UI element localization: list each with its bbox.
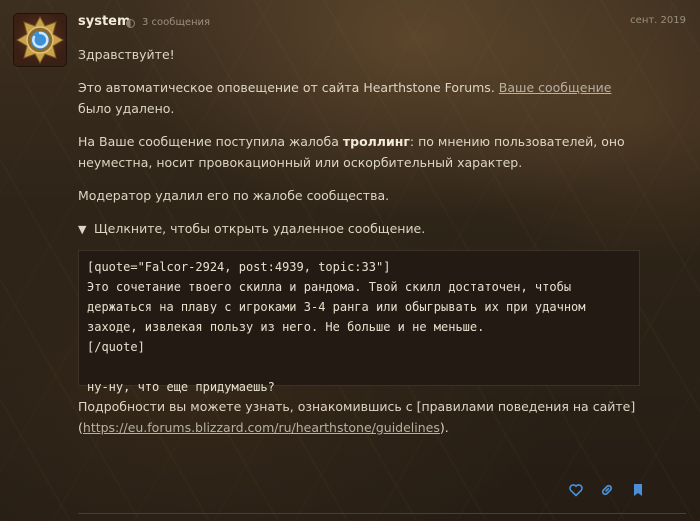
username[interactable]: system [78, 14, 131, 29]
complaint-text-start: На Ваше сообщение поступила жалоба [78, 134, 343, 149]
hearthstone-logo-icon [16, 15, 64, 65]
notice-text-end: было удалено. [78, 101, 175, 116]
post-date[interactable]: сент. 2019 [630, 15, 686, 26]
post-body: Здравствуйте! Это автоматическое оповеще… [78, 44, 640, 450]
trust-level-icon [126, 19, 135, 28]
heart-icon[interactable] [568, 482, 584, 498]
footer-text-end: ). [439, 420, 449, 435]
greeting: Здравствуйте! [78, 47, 175, 62]
avatar[interactable] [14, 14, 66, 66]
deleted-post-code: [quote="Falcor-2924, post:4939, topic:33… [78, 250, 640, 394]
bookmark-icon[interactable] [630, 482, 646, 498]
complaint-reason: троллинг [342, 134, 410, 149]
notice-paragraph: Это автоматическое оповещение от сайта H… [78, 77, 640, 119]
complaint-paragraph: На Ваше сообщение поступила жалоба тролл… [78, 131, 640, 173]
post-count[interactable]: 3 сообщения [142, 17, 210, 28]
footer-paragraph: Подробности вы можете узнать, ознакомивш… [78, 396, 640, 438]
post-header: system 3 сообщения сент. 2019 [78, 14, 686, 34]
your-post-link[interactable]: Ваше сообщение [499, 80, 612, 95]
post-actions [568, 482, 648, 498]
deleted-post-details[interactable]: ▼ Щелкните, чтобы открыть удаленное сообщ… [78, 218, 640, 240]
moderator-paragraph: Модератор удалил его по жалобе сообществ… [78, 188, 390, 203]
post-divider [78, 513, 686, 514]
link-icon[interactable] [599, 482, 615, 498]
notice-text-start: Это автоматическое оповещение от сайта H… [78, 80, 499, 95]
guidelines-link[interactable]: https://eu.forums.blizzard.com/ru/hearth… [83, 420, 440, 435]
triangle-down-icon[interactable]: ▼ [78, 219, 94, 240]
details-summary[interactable]: Щелкните, чтобы открыть удаленное сообще… [94, 221, 425, 236]
